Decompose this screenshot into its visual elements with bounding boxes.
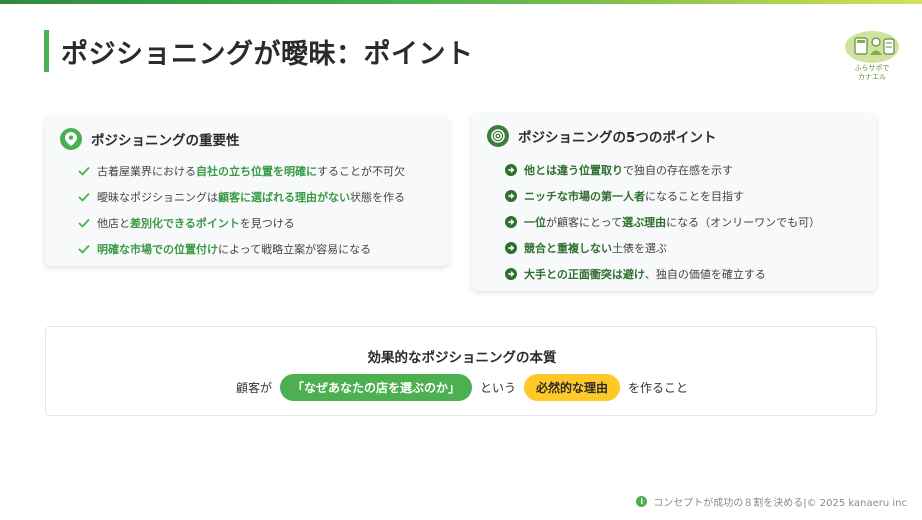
arrow-circle-icon (504, 163, 518, 177)
item-text: 、独自の価値を確立する (644, 268, 766, 281)
list-item: 古着屋業界における 自社の立ち位置を明確に することが不可欠 (77, 158, 405, 184)
page-header: ポジショニングが曖昧：ポイント (44, 30, 474, 72)
item-text: で独自の存在感を示す (623, 164, 733, 177)
list-item: 競合と重複しない 土俵を選ぶ (504, 235, 820, 261)
importance-list: 古着屋業界における 自社の立ち位置を明確に することが不可欠 曖昧なポジショニングは… (77, 158, 405, 262)
list-item: 他とは違う位置取り で独自の存在感を示す (504, 157, 820, 183)
item-text: 他店と (97, 217, 130, 230)
reason-question-pill: 「なぜあなたの店を選ぶのか」 (279, 374, 472, 401)
item-text: が顧客にとって (546, 216, 623, 229)
check-icon (77, 216, 91, 230)
item-text: を見つける (239, 217, 295, 230)
arrow-circle-icon (504, 241, 518, 255)
five-points-card-title: ポジショニングの5つのポイント (518, 130, 717, 146)
item-highlight: 他とは違う位置取り (524, 164, 623, 177)
five-points-card-header: ポジショニングの5つのポイント (487, 125, 716, 147)
check-icon (77, 190, 91, 204)
essence-text: という (479, 381, 516, 395)
page-title: ポジショニングが曖昧：ポイント (61, 38, 474, 70)
item-highlight: 大手との正面衝突は避け (524, 268, 645, 281)
item-highlight: 選ぶ理由 (622, 216, 667, 229)
item-highlight: 自社の立ち位置を明確に (196, 165, 317, 178)
map-pin-icon (60, 128, 82, 150)
essence-text: 顧客が (235, 381, 272, 395)
inevitable-reason-pill: 必然的な理由 (524, 374, 621, 401)
essence-text: を作ること (628, 381, 689, 395)
essence-box: 効果的なポジショニングの本質 顧客が 「なぜあなたの店を選ぶのか」 という 必然… (45, 326, 877, 416)
list-item: 一位 が顧客にとって 選ぶ理由 になる（オンリーワンでも可） (504, 209, 820, 235)
list-item: 明確な市場での位置付け によって戦略立案が容易になる (77, 236, 405, 262)
item-text: 曖昧なポジショニングは (97, 191, 218, 204)
target-icon (487, 125, 509, 147)
item-highlight: 明確な市場での位置付け (97, 243, 218, 256)
list-item: 曖昧なポジショニングは 顧客に選ばれる理由がない 状態を作る (77, 184, 405, 210)
title-accent-bar (44, 30, 49, 72)
logo-illustration-icon (845, 31, 899, 63)
item-text: 古着屋業界における (97, 165, 196, 178)
item-text: することが不可欠 (317, 165, 405, 178)
item-highlight: 顧客に選ばれる理由がない (218, 191, 350, 204)
logo-text: ふらサポで カナエル (843, 64, 901, 82)
item-text: 土俵を選ぶ (612, 242, 667, 255)
list-item: 他店と 差別化できるポイント を見つける (77, 210, 405, 236)
check-icon (77, 164, 91, 178)
essence-statement: 顧客が 「なぜあなたの店を選ぶのか」 という 必然的な理由 を作ること (46, 374, 878, 401)
item-text: になる（オンリーワンでも可） (666, 216, 821, 229)
company-logo: ふらサポで カナエル (843, 28, 901, 86)
arrow-circle-icon (504, 189, 518, 203)
essence-title: 効果的なポジショニングの本質 (367, 350, 557, 366)
list-item: ニッチな市場の第一人者 になることを目指す (504, 183, 820, 209)
importance-card: ポジショニングの重要性 古着屋業界における 自社の立ち位置を明確に することが不可欠… (45, 116, 449, 266)
item-highlight: 一位 (524, 216, 546, 229)
list-item: 大手との正面衝突は避け 、独自の価値を確立する (504, 261, 820, 287)
item-highlight: ニッチな市場の第一人者 (524, 190, 645, 203)
item-highlight: 差別化できるポイント (130, 217, 240, 230)
item-text: 状態を作る (350, 191, 405, 204)
item-text: によって戦略立案が容易になる (218, 243, 372, 256)
arrow-circle-icon (504, 267, 518, 281)
top-gradient-bar (0, 0, 922, 4)
check-icon (77, 242, 91, 256)
logo-text-line2: カナエル (858, 73, 886, 81)
info-icon: i (636, 496, 648, 507)
footer-text: コンセプトが成功の８割を決める|© 2025 kanaeru inc (653, 498, 907, 509)
five-points-list: 他とは違う位置取り で独自の存在感を示す ニッチな市場の第一人者 になることを目指す… (504, 157, 820, 287)
item-text: になることを目指す (645, 190, 744, 203)
logo-text-line1: ふらサポで (854, 64, 890, 72)
footer: i コンセプトが成功の８割を決める|© 2025 kanaeru inc (636, 494, 907, 509)
arrow-circle-icon (504, 215, 518, 229)
importance-card-header: ポジショニングの重要性 (60, 128, 240, 150)
item-highlight: 競合と重複しない (524, 242, 612, 255)
five-points-card: ポジショニングの5つのポイント 他とは違う位置取り で独自の存在感を示す ニッチな… (472, 113, 876, 291)
importance-card-title: ポジショニングの重要性 (91, 133, 240, 149)
